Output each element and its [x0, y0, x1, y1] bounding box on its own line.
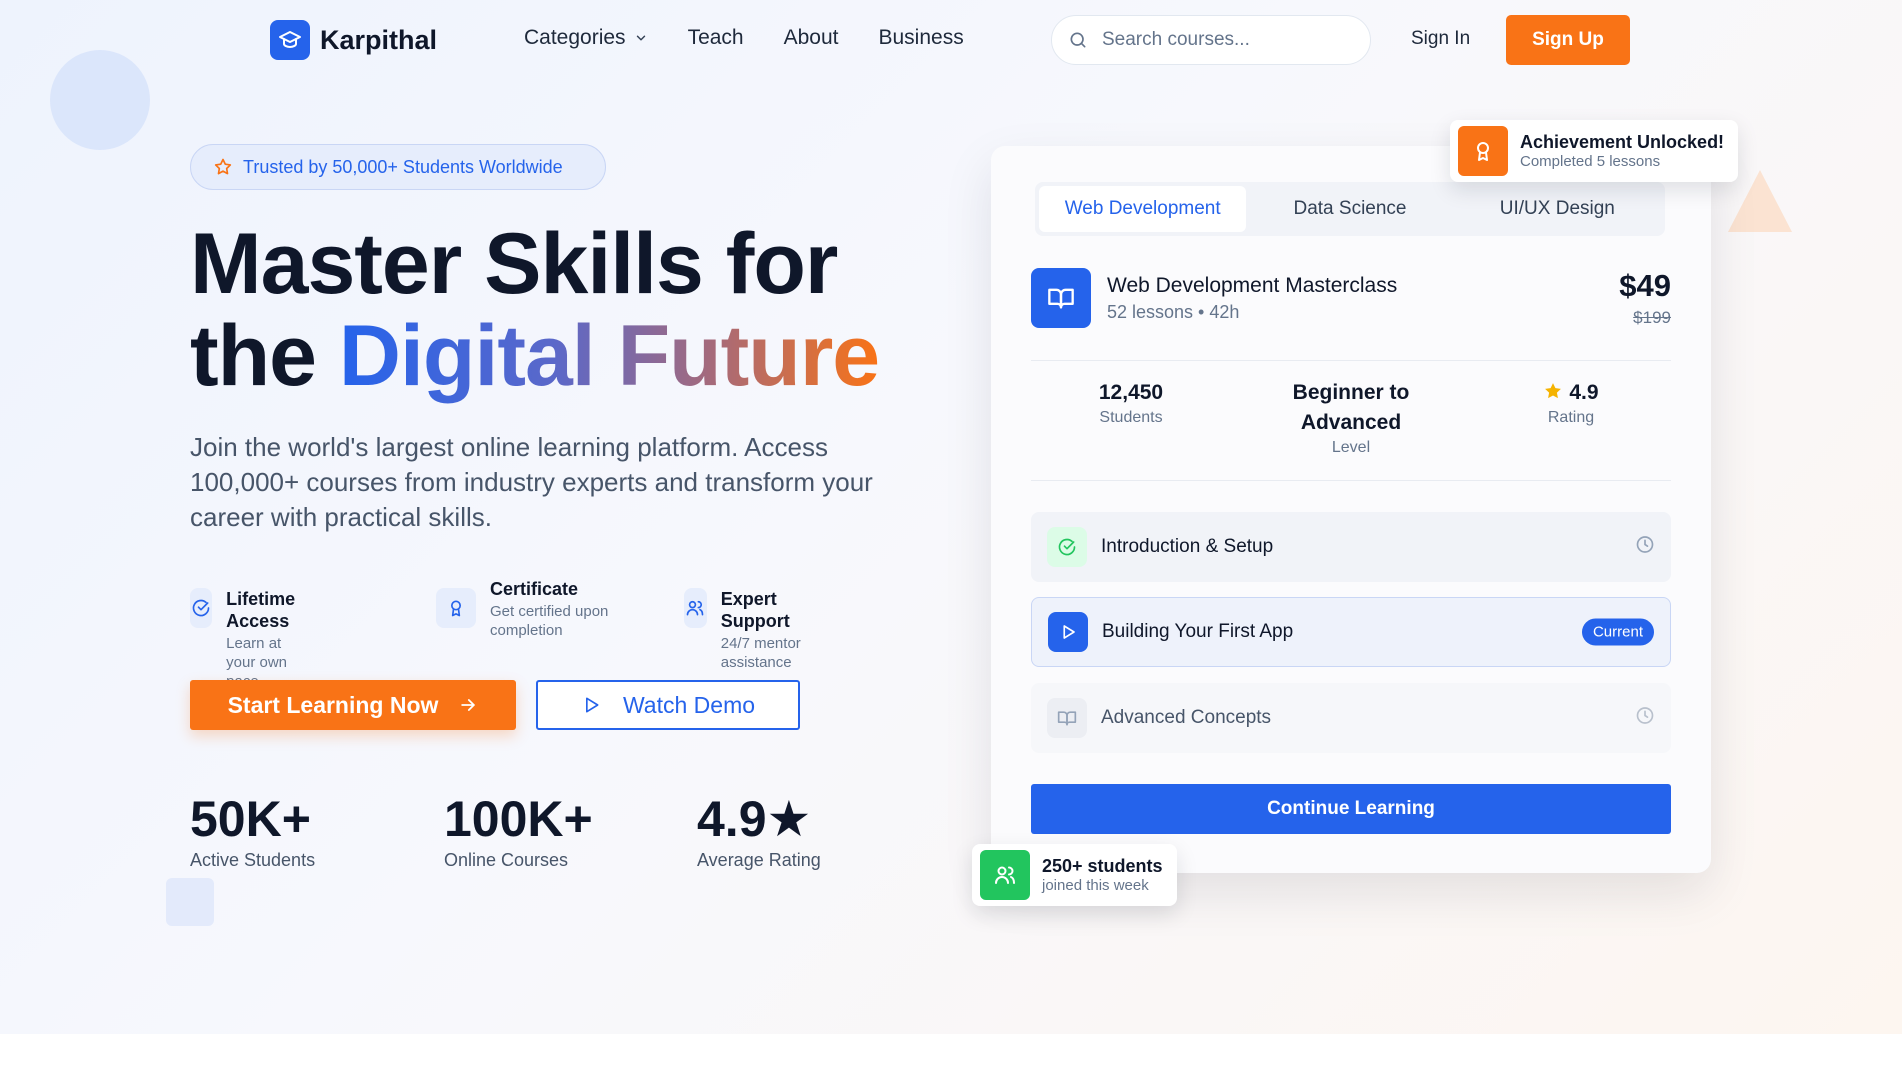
- students-joined-sub: joined this week: [1042, 877, 1149, 894]
- course-stat-value: Beginner to Advanced: [1292, 381, 1410, 434]
- course-stats: 12,450 Students Beginner to Advanced Lev…: [1031, 378, 1671, 488]
- continue-learning-button[interactable]: Continue Learning: [1031, 784, 1671, 834]
- course-stat-level: Beginner to Advanced Level: [1251, 378, 1451, 458]
- students-joined-badge: 250+ students joined this week: [972, 844, 1177, 906]
- course-stat-label: Students: [1099, 409, 1163, 426]
- award-icon: [1458, 126, 1508, 176]
- nav-business[interactable]: Business: [879, 26, 964, 50]
- stat-online-courses: 100K+ Online Courses: [444, 790, 593, 871]
- nav-categories-label: Categories: [524, 26, 626, 49]
- star-filled-icon: [1545, 383, 1562, 399]
- current-badge: Current: [1581, 618, 1654, 646]
- course-tabs: Web Development Data Science UI/UX Desig…: [1035, 182, 1665, 236]
- watch-demo-button[interactable]: Watch Demo: [536, 680, 800, 730]
- award-icon: [436, 588, 476, 628]
- course-stat-value: 12,450: [1098, 381, 1164, 404]
- book-open-icon: [1047, 698, 1087, 738]
- feature-lifetime-access: Lifetime Access Learn at your own pace: [190, 578, 313, 691]
- chevron-down-icon: [636, 35, 645, 41]
- headline-the: the: [190, 308, 317, 404]
- check-circle-icon: [190, 588, 213, 628]
- stat-label: Average Rating: [697, 850, 821, 870]
- lesson-title: Advanced Concepts: [1101, 707, 1272, 728]
- stat-average-rating: 4.9★ Average Rating: [697, 790, 821, 871]
- search-input[interactable]: [1102, 29, 1342, 51]
- achievement-title: Achievement Unlocked!: [1520, 132, 1725, 152]
- course-price: $49: [1619, 268, 1671, 303]
- course-stat-label: Level: [1331, 439, 1371, 456]
- users-icon: [980, 850, 1030, 900]
- course-title: Web Development Masterclass: [1107, 274, 1398, 297]
- search-box: [1051, 15, 1371, 65]
- nav-categories[interactable]: Categories: [524, 26, 648, 50]
- star-icon: [214, 158, 232, 175]
- book-open-icon: [1031, 268, 1091, 328]
- watch-demo-label: Watch Demo: [622, 691, 756, 718]
- stat-label: Active Students: [190, 850, 316, 870]
- achievement-badge: Achievement Unlocked! Completed 5 lesson…: [1450, 120, 1739, 182]
- feature-desc: 24/7 mentor assistance: [720, 635, 801, 671]
- sign-up-button[interactable]: Sign Up: [1506, 15, 1630, 65]
- course-old-price: $199: [1633, 308, 1671, 327]
- start-learning-button[interactable]: Start Learning Now: [190, 680, 516, 730]
- search-icon: [1070, 32, 1086, 48]
- course-stat-students: 12,450 Students: [1031, 378, 1231, 428]
- top-navbar: Karpithal Categories Teach About Busines…: [0, 0, 1902, 80]
- lesson-title: Introduction & Setup: [1101, 536, 1274, 557]
- stat-label: Online Courses: [444, 850, 569, 870]
- course-card: Web Development Data Science UI/UX Desig…: [991, 146, 1711, 873]
- course-stat-label: Rating: [1547, 409, 1595, 426]
- rating-value: 4.9: [1569, 381, 1599, 404]
- lesson-item-locked[interactable]: Advanced Concepts: [1031, 683, 1671, 753]
- feature-certificate: Certificate Get certified upon completio…: [436, 578, 640, 640]
- lesson-item-current[interactable]: Building Your First App Current: [1031, 597, 1671, 667]
- headline-gradient-text: Digital Future: [338, 308, 880, 404]
- main-nav: Categories Teach About Business: [524, 26, 964, 50]
- feature-expert-support: Expert Support 24/7 mentor assistance: [684, 578, 809, 672]
- feature-desc: Get certified upon completion: [490, 603, 609, 639]
- decorative-square: [166, 878, 214, 926]
- course-header: Web Development Masterclass 52 lessons •…: [1031, 268, 1671, 328]
- headline-line-1: Master Skills for: [190, 216, 838, 312]
- nav-about[interactable]: About: [784, 26, 839, 50]
- clock-icon: [1635, 535, 1655, 560]
- arrow-right-icon: [461, 699, 476, 711]
- hero-headline: Master Skills for the Digital Future: [190, 216, 880, 404]
- play-icon: [1048, 612, 1088, 652]
- start-learning-label: Start Learning Now: [227, 691, 439, 718]
- tab-web-development[interactable]: Web Development: [1039, 186, 1247, 232]
- feature-title: Lifetime Access: [226, 589, 296, 631]
- tab-ui-ux-design[interactable]: UI/UX Design: [1454, 186, 1661, 232]
- brand-name: Karpithal: [320, 24, 438, 55]
- divider: [1031, 360, 1671, 361]
- lesson-title: Building Your First App: [1102, 621, 1294, 642]
- course-stat-rating: 4.9 Rating: [1471, 378, 1671, 428]
- trust-badge-text: Trusted by 50,000+ Students Worldwide: [243, 156, 563, 177]
- tab-data-science[interactable]: Data Science: [1246, 186, 1453, 232]
- play-icon: [585, 697, 599, 713]
- decorative-triangle: [1728, 170, 1792, 232]
- divider: [1031, 480, 1671, 481]
- clock-icon: [1635, 706, 1655, 731]
- stat-active-students: 50K+ Active Students: [190, 790, 315, 871]
- graduation-cap-icon: [270, 20, 310, 60]
- stat-value: 50K+: [190, 791, 311, 847]
- feature-title: Certificate: [490, 579, 579, 599]
- course-meta: 52 lessons • 42h: [1107, 302, 1240, 322]
- trust-badge: Trusted by 50,000+ Students Worldwide: [190, 144, 606, 190]
- hero-subtitle: Join the world's largest online learning…: [190, 432, 873, 532]
- stat-value: 100K+: [444, 791, 593, 847]
- sign-in-link[interactable]: Sign In: [1411, 28, 1470, 50]
- students-joined-title: 250+ students: [1042, 856, 1163, 876]
- stat-value: 4.9★: [697, 791, 812, 847]
- feature-title: Expert Support: [720, 589, 790, 631]
- lesson-item-completed[interactable]: Introduction & Setup: [1031, 512, 1671, 582]
- logo[interactable]: Karpithal: [270, 20, 437, 60]
- course-stat-rating-value: 4.9: [1471, 378, 1671, 408]
- check-circle-icon: [1047, 527, 1087, 567]
- users-icon: [684, 588, 707, 628]
- nav-teach[interactable]: Teach: [688, 26, 744, 50]
- achievement-sub: Completed 5 lessons: [1520, 153, 1661, 170]
